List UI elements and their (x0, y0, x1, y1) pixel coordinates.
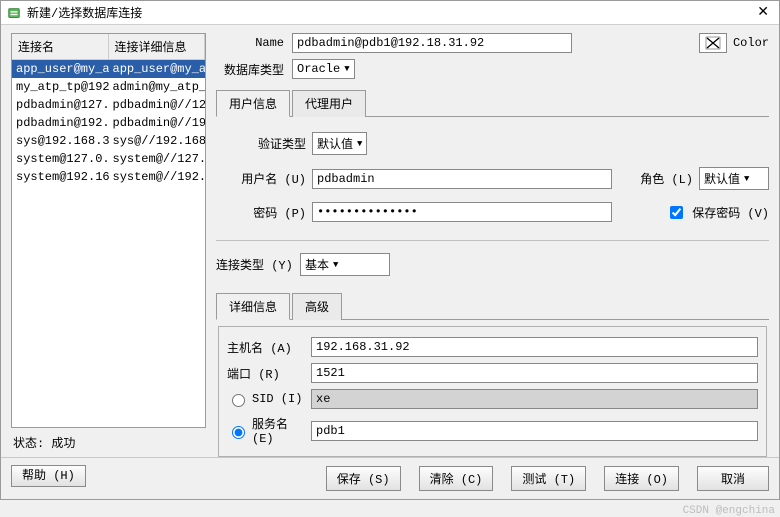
service-radio[interactable] (232, 426, 245, 439)
auth-type-label: 验证类型 (216, 135, 306, 152)
connect-button[interactable]: 连接 (O) (604, 466, 679, 491)
table-header: 连接名 连接详细信息 (12, 34, 205, 60)
chevron-down-icon: ▼ (357, 139, 362, 149)
connections-panel: 连接名 连接详细信息 app_user@my_a..app_user@my_a.… (11, 33, 206, 457)
conn-name-cell: sys@192.168.3.. (12, 132, 109, 150)
conn-name-cell: system@127.0.. (12, 150, 109, 168)
user-proxy-tabs: 用户信息 代理用户 (216, 89, 769, 117)
hostname-input[interactable] (311, 337, 758, 357)
conn-type-label: 连接类型 (Y) (216, 256, 294, 273)
hostname-label: 主机名 (A) (227, 339, 305, 356)
table-row[interactable]: app_user@my_a..app_user@my_a.. (12, 60, 205, 78)
dbtype-label: 数据库类型 (216, 61, 286, 78)
header-conn-details: 连接详细信息 (109, 34, 206, 59)
conn-details-cell: app_user@my_a.. (109, 60, 206, 78)
sid-radio[interactable] (232, 394, 245, 407)
save-password-label: 保存密码 (V) (692, 204, 769, 221)
titlebar: 新建/选择数据库连接 ✕ (1, 1, 779, 25)
table-row[interactable]: sys@192.168.3..sys@//192.168.. (12, 132, 205, 150)
test-button[interactable]: 测试 (T) (511, 466, 586, 491)
header-conn-name: 连接名 (12, 34, 109, 59)
conn-details-cell: sys@//192.168.. (109, 132, 206, 150)
conn-name-cell: pdbadmin@127.. (12, 96, 109, 114)
tab-detail[interactable]: 详细信息 (216, 293, 290, 320)
conn-name-cell: my_atp_tp@192.. (12, 78, 109, 96)
close-button[interactable]: ✕ (753, 4, 773, 21)
tab-user-info[interactable]: 用户信息 (216, 90, 290, 117)
status-value: 成功 (51, 437, 75, 451)
dbtype-value: Oracle (297, 62, 340, 76)
color-button[interactable] (699, 33, 727, 53)
password-label: 密码 (P) (216, 204, 306, 221)
save-password-checkbox[interactable] (670, 206, 683, 219)
window-title: 新建/选择数据库连接 (27, 4, 142, 21)
sid-label: SID (I) (252, 392, 302, 406)
service-radio-wrap[interactable]: 服务名 (E) (227, 415, 305, 446)
port-input[interactable] (311, 363, 758, 383)
conn-name-cell: pdbadmin@192.. (12, 114, 109, 132)
watermark: CSDN @engchina (683, 505, 775, 517)
conn-details-cell: system@//127.. (109, 150, 206, 168)
chevron-down-icon: ▼ (333, 260, 338, 270)
conn-type-dropdown[interactable]: 基本 ▼ (300, 253, 390, 276)
table-row[interactable]: pdbadmin@192..pdbadmin@//19.. (12, 114, 205, 132)
role-label: 角色 (L) (640, 170, 693, 187)
username-label: 用户名 (U) (216, 170, 306, 187)
color-icon (705, 36, 721, 50)
name-input[interactable] (292, 33, 572, 53)
table-row[interactable]: system@192.16..system@//192.. (12, 168, 205, 186)
connections-table[interactable]: 连接名 连接详细信息 app_user@my_a..app_user@my_a.… (11, 33, 206, 428)
chevron-down-icon: ▼ (344, 64, 349, 74)
role-value: 默认值 (704, 170, 740, 187)
status-line: 状态: 成功 (11, 428, 206, 457)
auth-type-value: 默认值 (317, 135, 353, 152)
tab-proxy-user[interactable]: 代理用户 (292, 90, 366, 117)
name-label: Name (216, 36, 286, 50)
conn-details-cell: pdbadmin@//19.. (109, 114, 206, 132)
app-icon (7, 6, 21, 20)
help-button[interactable]: 帮助 (H) (11, 465, 86, 487)
footer: 帮助 (H) 保存 (S) 清除 (C) 测试 (T) 连接 (O) 取消 (1, 457, 779, 499)
service-label: 服务名 (E) (252, 415, 305, 446)
conn-name-cell: system@192.16.. (12, 168, 109, 186)
sid-radio-wrap[interactable]: SID (I) (227, 391, 305, 407)
cancel-button[interactable]: 取消 (697, 466, 769, 491)
table-row[interactable]: pdbadmin@127..pdbadmin@//12.. (12, 96, 205, 114)
form-panel: Name Color 数据库类型 Oracle ▼ 用户信息 代理用户 (216, 33, 769, 457)
conn-details-cell: system@//192.. (109, 168, 206, 186)
auth-type-dropdown[interactable]: 默认值 ▼ (312, 132, 367, 155)
conn-details-cell: pdbadmin@//12.. (109, 96, 206, 114)
detail-adv-tabs: 详细信息 高级 (216, 292, 769, 320)
conn-details-cell: admin@my_atp_tp (109, 78, 206, 96)
conn-type-value: 基本 (305, 256, 329, 273)
port-label: 端口 (R) (227, 365, 305, 382)
save-button[interactable]: 保存 (S) (326, 466, 401, 491)
password-input[interactable] (312, 202, 612, 222)
tab-advanced[interactable]: 高级 (292, 293, 342, 320)
table-row[interactable]: my_atp_tp@192..admin@my_atp_tp (12, 78, 205, 96)
clear-button[interactable]: 清除 (C) (419, 466, 494, 491)
status-label: 状态: (13, 437, 44, 451)
role-dropdown[interactable]: 默认值 ▼ (699, 167, 769, 190)
service-input[interactable] (311, 421, 758, 441)
connection-details-fieldset: 主机名 (A) 端口 (R) SID (I) (218, 326, 767, 457)
dialog-window: 新建/选择数据库连接 ✕ 连接名 连接详细信息 app_user@my_a..a… (0, 0, 780, 500)
sid-input (311, 389, 758, 409)
color-label: Color (733, 36, 769, 50)
dbtype-dropdown[interactable]: Oracle ▼ (292, 59, 355, 79)
username-input[interactable] (312, 169, 612, 189)
chevron-down-icon: ▼ (744, 174, 749, 184)
table-row[interactable]: system@127.0..system@//127.. (12, 150, 205, 168)
conn-name-cell: app_user@my_a.. (12, 60, 109, 78)
save-password-toggle[interactable]: 保存密码 (V) (666, 203, 769, 222)
